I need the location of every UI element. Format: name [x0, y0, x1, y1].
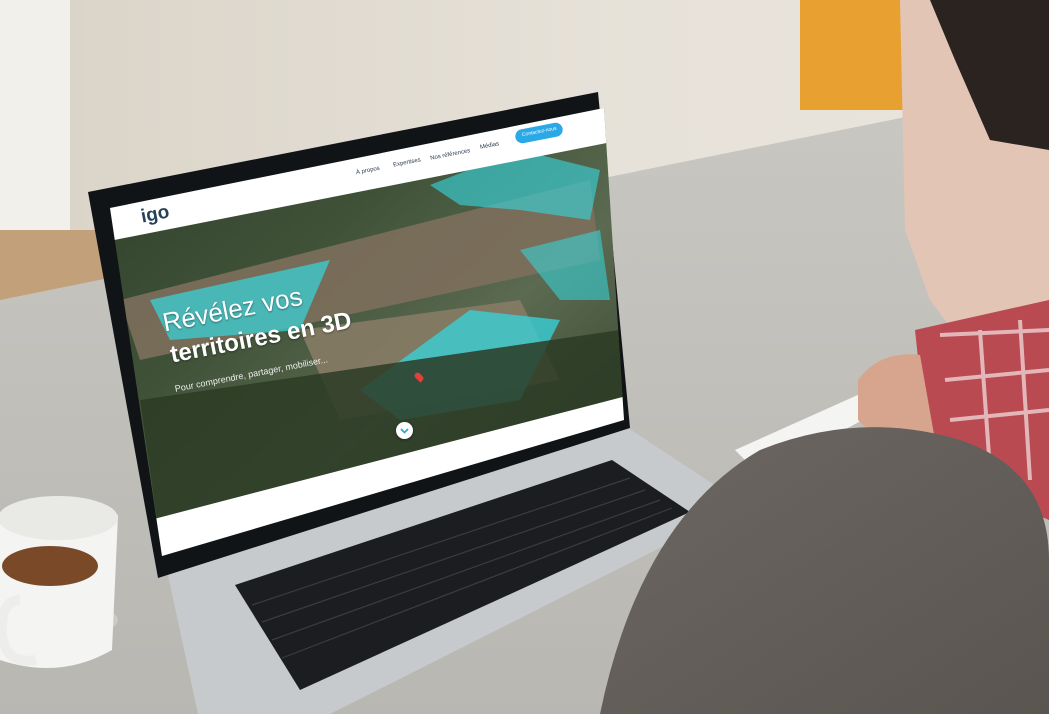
chevron-down-icon: [400, 428, 409, 434]
background-photo: [0, 0, 1049, 714]
scroll-down-button[interactable]: [396, 422, 413, 439]
photo-scene: igo À propos Expertises Nos références M…: [0, 0, 1049, 714]
contact-button-label: Contactez-nous: [521, 125, 558, 139]
